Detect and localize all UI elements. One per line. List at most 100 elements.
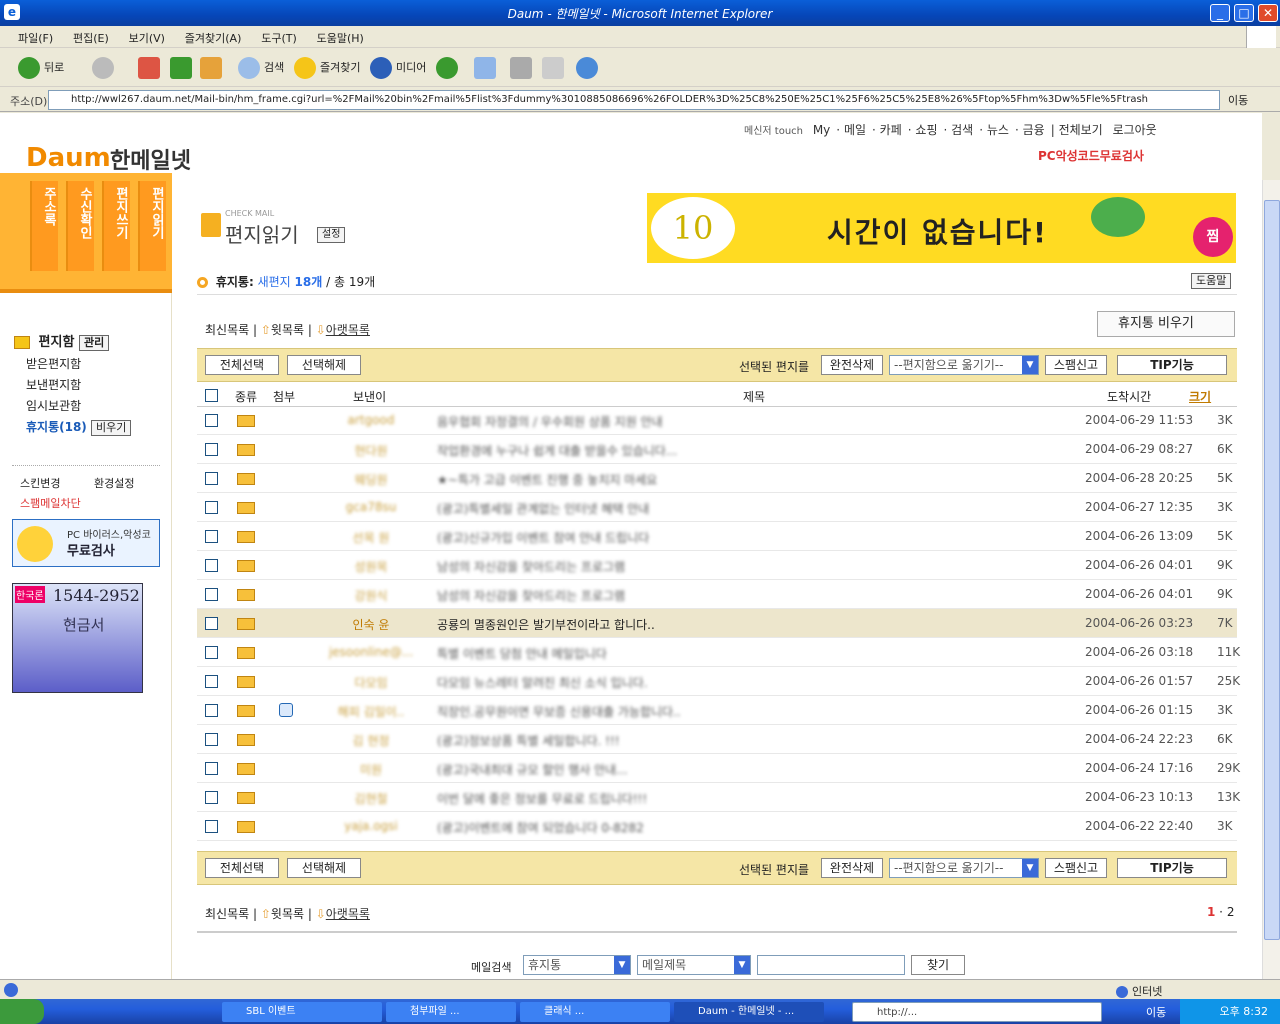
table-row[interactable]: 인숙 윤 공룡의 멸종원인은 발기부전이라고 합니다.. 2004-06-26 03… [197,609,1237,638]
select-all-button[interactable]: 전체선택 [205,355,279,375]
row-subject[interactable]: (광고)특별세일 관계없는 인터넷 혜택 안내 [437,500,1037,517]
row-sender[interactable]: gca78su [307,500,435,514]
row-subject[interactable]: 다모임 뉴스레터 알려진 최신 소식 입니다. [437,674,1037,691]
tab-read[interactable]: 편지읽기 [138,181,166,271]
nav-my[interactable]: My [813,123,830,137]
spam-report-button-bottom[interactable]: 스팸신고 [1045,858,1107,878]
row-sender[interactable]: 김현철 [307,790,435,807]
move-folder-select[interactable]: --편지함으로 옮기기-- ▼ [889,355,1039,375]
task-1[interactable]: SBL 이벤트 [222,1002,382,1022]
menu-tools[interactable]: 도구(T) [253,26,305,46]
latest-list-link[interactable]: 최신목록 [205,323,249,337]
row-subject[interactable]: 특별 이벤트 당첨 안내 메일입니다 [437,645,1037,662]
row-checkbox[interactable] [205,791,218,804]
address-input[interactable]: http://wwl267.daum.net/Mail-bin/hm_frame… [48,90,1220,110]
table-row[interactable]: 강원식 남성의 자신감을 찾아드리는 프로그램 2004-06-26 04:01 9K [197,580,1237,609]
folder-drafts[interactable]: 임시보관함 [26,397,81,414]
messenger-button[interactable] [576,57,602,79]
row-sender[interactable]: 선목 원 [307,529,435,546]
row-sender[interactable]: artgood [307,413,435,427]
daum-logo[interactable]: Daum [26,143,111,173]
row-checkbox[interactable] [205,588,218,601]
nav-shopping[interactable]: 쇼핑 [915,123,937,137]
pc-check-link[interactable]: PC악성코드무료검사 [1038,147,1144,164]
row-subject[interactable]: 작업환경에 누구나 쉽게 대출 받을수 있습니다... [437,442,1037,459]
task-address[interactable]: http://... [852,1002,1102,1022]
folder-inbox[interactable]: 받은편지함 [26,355,81,372]
row-subject[interactable]: (광고)신규가입 이벤트 참여 안내 드립니다 [437,529,1037,546]
nav-search[interactable]: 검색 [951,123,973,137]
row-sender[interactable]: 미원 [307,761,435,778]
close-button[interactable]: ✕ [1258,4,1278,22]
tip-button[interactable]: TIP기능 [1117,355,1227,375]
search-field-select[interactable]: 메일제목 ▼ [637,955,751,975]
menu-view[interactable]: 보기(V) [121,26,173,46]
row-checkbox[interactable] [205,733,218,746]
row-subject[interactable]: 이번 달에 좋은 정보를 무료로 드립니다!!! [437,790,1037,807]
favorites-button[interactable]: 즐겨찾기 [294,57,360,79]
virus-check-banner[interactable]: PC 바이러스,악성코드 무료검사 [12,519,160,567]
delete-button-bottom[interactable]: 완전삭제 [821,858,883,878]
page-2[interactable]: 2 [1227,905,1235,919]
down-list-link-bottom[interactable]: 아랫목록 [326,907,370,921]
table-row[interactable]: 해피 김일이.. 직장인.공무원이면 무보증 신용대출 가능합니다.. 2004-0… [197,696,1237,725]
row-sender[interactable]: 웨딩원 [307,471,435,488]
home-button[interactable] [200,57,226,79]
row-sender[interactable]: 성원목 [307,558,435,575]
taskbar-go[interactable]: 이동 [1146,1004,1166,1020]
table-row[interactable]: 선목 원 (광고)신규가입 이벤트 참여 안내 드립니다 2004-06-26 13… [197,522,1237,551]
row-subject[interactable]: 음우협회 자정결의 / 우수회원 상품 지원 안내 [437,413,1037,430]
nav-news[interactable]: 뉴스 [987,123,1009,137]
latest-list-link-bottom[interactable]: 최신목록 [205,907,249,921]
header-subject[interactable]: 제목 [743,388,765,405]
row-checkbox[interactable] [205,617,218,630]
print-button[interactable] [510,57,536,79]
tab-address-book[interactable]: 주소록 [30,181,58,271]
search-folder-select[interactable]: 휴지통 ▼ [523,955,631,975]
tab-receipt-check[interactable]: 수신확인 [66,181,94,271]
search-button[interactable]: 검색 [238,57,284,79]
spam-report-button[interactable]: 스팸신고 [1045,355,1107,375]
stop-button[interactable] [138,57,164,79]
nav-mail[interactable]: 메일 [844,123,866,137]
row-sender[interactable]: 김 현정 [307,732,435,749]
move-folder-select-bottom[interactable]: --편지함으로 옮기기-- ▼ [889,858,1039,878]
table-row[interactable]: 미원 (광고)국내최대 규모 할인 행사 안내... 2004-06-24 17:1… [197,754,1240,783]
row-subject[interactable]: 남성의 자신감을 찾아드리는 프로그램 [437,587,1037,604]
nav-cafe[interactable]: 카페 [880,123,902,137]
empty-button[interactable]: 비우기 [90,420,132,436]
row-checkbox[interactable] [205,820,218,833]
spam-block-link[interactable]: 스팸메일차단 [20,495,81,511]
row-checkbox[interactable] [205,559,218,572]
settings-link[interactable]: 환경설정 [94,475,134,491]
delete-button[interactable]: 완전삭제 [821,355,883,375]
folder-trash[interactable]: 휴지통(18) 비우기 [26,418,132,436]
page-1[interactable]: 1 [1207,905,1215,919]
table-row[interactable]: 성원목 남성의 자신감을 찾아드리는 프로그램 2004-06-26 04:01 9K [197,551,1237,580]
row-checkbox[interactable] [205,762,218,775]
ad-banner[interactable]: 10 시간이 없습니다! 찜 [647,193,1236,263]
row-checkbox[interactable] [205,443,218,456]
task-3[interactable]: 클래식 ... [520,1002,670,1022]
row-sender[interactable]: 인숙 윤 [307,616,435,633]
nav-logout[interactable]: 로그아웃 [1113,123,1157,137]
tip-button-bottom[interactable]: TIP기능 [1117,858,1227,878]
table-row[interactable]: 웨딩원 ★~특가 고급 이벤트 진행 중 놓치지 마세요 2004-06-28 20… [197,464,1237,493]
mail-button[interactable] [474,57,500,79]
header-size[interactable]: 크기 [1189,388,1211,405]
new-label[interactable]: 새편지 [258,275,291,289]
edit-button[interactable] [542,57,568,79]
header-sender[interactable]: 보낸이 [353,388,386,405]
row-sender[interactable]: yaja.ogsi [307,819,435,833]
deselect-button-bottom[interactable]: 선택해제 [287,858,361,878]
row-checkbox[interactable] [205,704,218,717]
up-list-link-bottom[interactable]: 윗목록 [271,907,304,921]
row-subject[interactable]: 남성의 자신감을 찾아드리는 프로그램 [437,558,1037,575]
row-checkbox[interactable] [205,414,218,427]
table-row[interactable]: 다모임 다모임 뉴스레터 알려진 최신 소식 입니다. 2004-06-26 01:… [197,667,1240,696]
media-button[interactable]: 미디어 [370,57,426,79]
vertical-scrollbar[interactable] [1262,180,1280,979]
nav-finance[interactable]: 금융 [1023,123,1045,137]
refresh-button[interactable] [170,57,196,79]
manage-button[interactable]: 관리 [78,335,110,351]
